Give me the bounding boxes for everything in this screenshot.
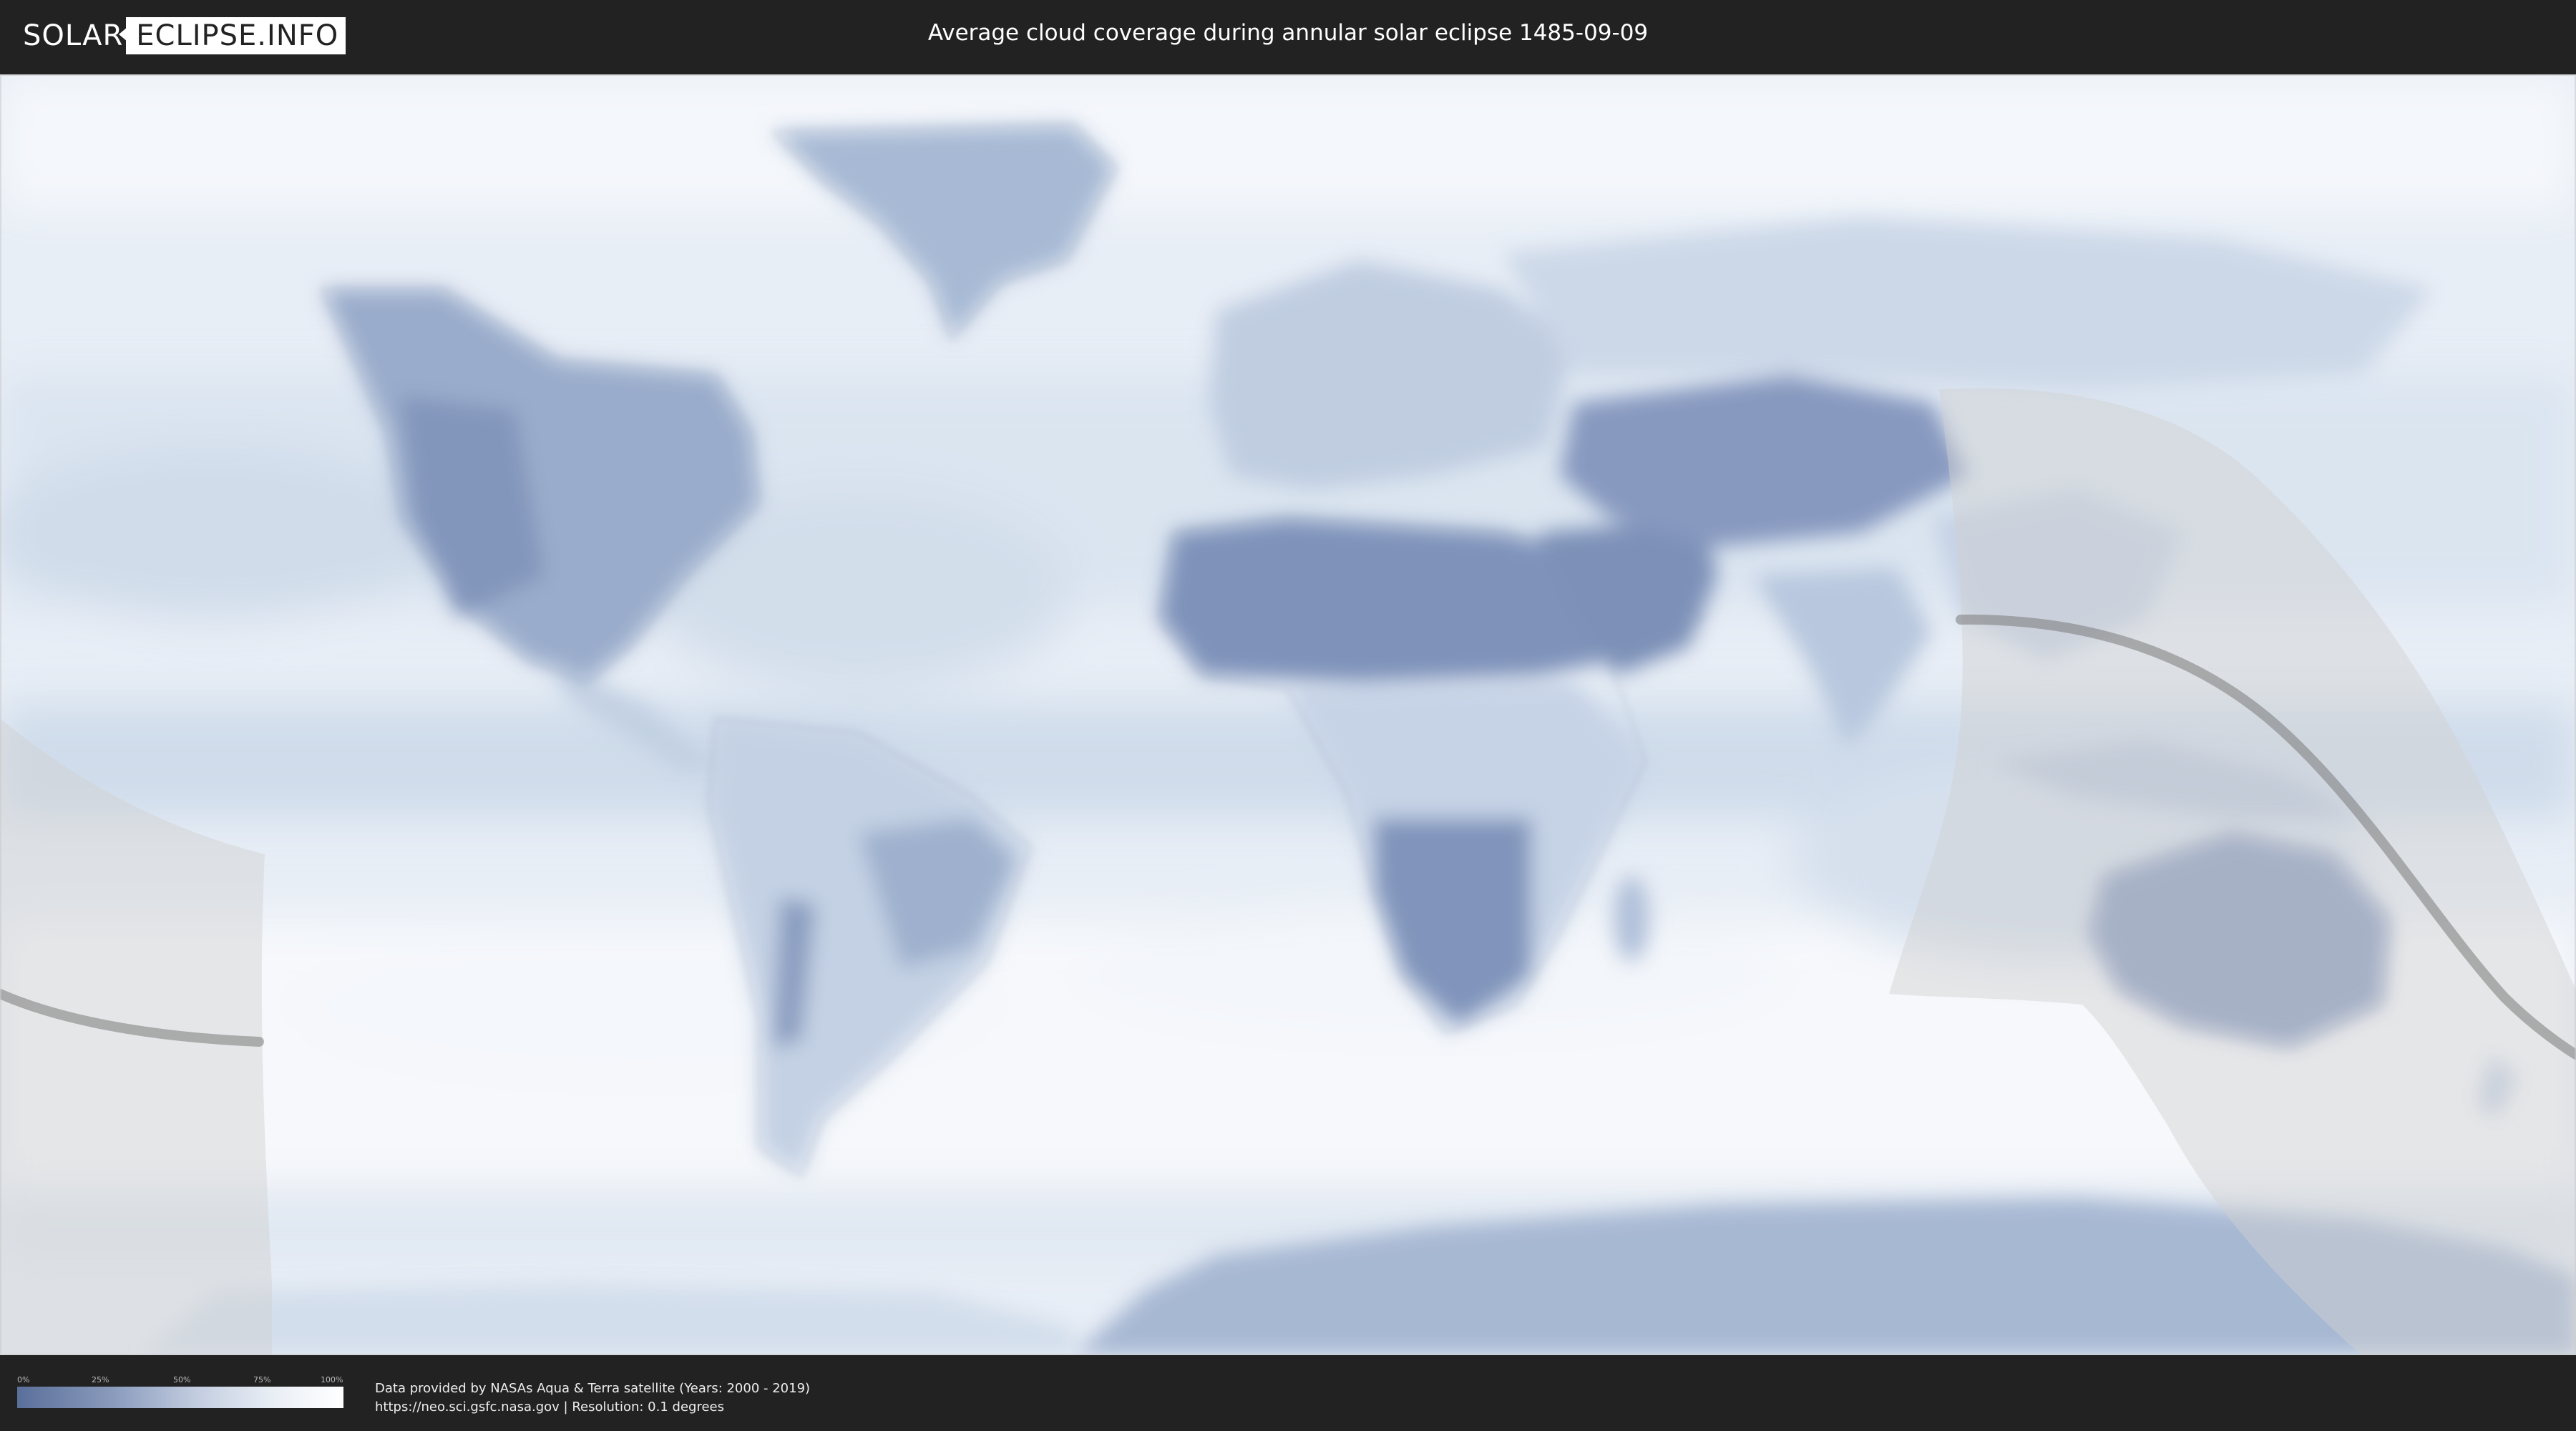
data-credits: Data provided by NASAs Aqua & Terra sate…	[375, 1379, 810, 1417]
legend-ticks: 0% 25% 50% 75% 100%	[17, 1375, 343, 1387]
legend-tick-50: 50%	[173, 1375, 191, 1384]
legend-color-bar	[17, 1387, 343, 1408]
footer-bar: 0% 25% 50% 75% 100% Data provided by NAS…	[0, 1358, 2576, 1431]
cloud-coverage-legend: 0% 25% 50% 75% 100%	[17, 1375, 343, 1408]
cloud-coverage-map[interactable]	[0, 74, 2576, 1355]
legend-tick-0: 0%	[17, 1375, 30, 1384]
credit-line-source: Data provided by NASAs Aqua & Terra sate…	[375, 1381, 811, 1396]
page: SOLAR ECLIPSE.INFO Average cloud coverag…	[0, 0, 2576, 1431]
page-title: Average cloud coverage during annular so…	[927, 20, 1649, 46]
legend-tick-100: 100%	[321, 1375, 343, 1384]
legend-tick-25: 25%	[92, 1375, 109, 1384]
header-bar: SOLAR ECLIPSE.INFO Average cloud coverag…	[0, 0, 2576, 72]
credit-line-url: https://neo.sci.gsfc.nasa.gov | Resoluti…	[375, 1400, 724, 1415]
legend-tick-75: 75%	[253, 1375, 271, 1384]
